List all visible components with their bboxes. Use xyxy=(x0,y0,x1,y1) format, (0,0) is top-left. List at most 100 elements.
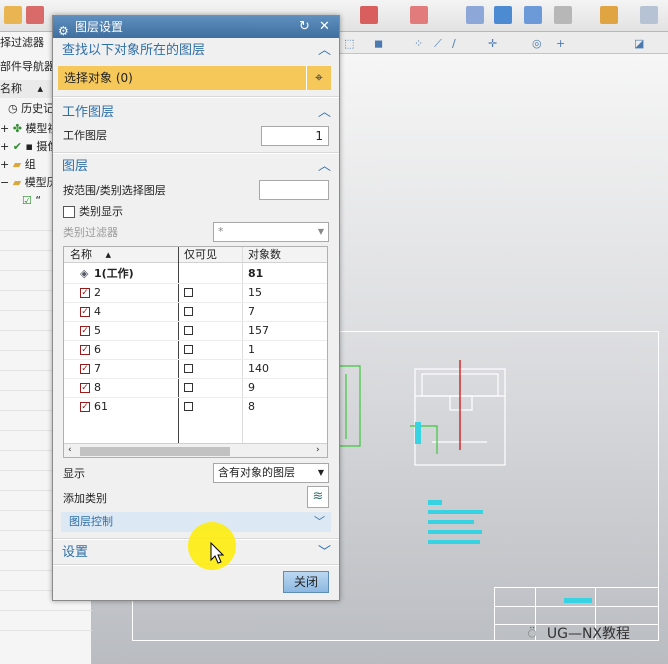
layer-name: 1(工作) xyxy=(94,267,134,280)
toolbar-tool-icon[interactable] xyxy=(494,6,512,24)
table-row[interactable]: ✓ 5 157 xyxy=(64,322,327,340)
table-row[interactable]: ✓ 8 9 xyxy=(64,379,327,397)
nav-item-label: 组 xyxy=(24,158,36,171)
toolbar-tool-icon[interactable] xyxy=(360,6,378,24)
circle-icon[interactable]: ◎ xyxy=(532,37,542,50)
layer-name: 5 xyxy=(94,324,101,337)
check-icon: ✔ xyxy=(12,140,22,153)
plus-icon[interactable]: ✛ xyxy=(488,37,497,50)
close-icon[interactable]: ✕ xyxy=(319,19,330,35)
toolbar-tool-icon[interactable] xyxy=(600,6,618,24)
table-row[interactable]: ◈ 1(工作) 81 xyxy=(64,265,327,283)
grid-line xyxy=(0,630,92,631)
category-display-checkbox[interactable] xyxy=(63,206,75,218)
crosshair-icon[interactable]: ⌖ xyxy=(306,66,331,90)
select-box-icon[interactable]: ⬚ xyxy=(344,37,354,50)
sort-up-icon: ▴ xyxy=(37,82,44,95)
visible-only-checkbox[interactable] xyxy=(184,383,193,392)
section-layer[interactable]: 图层 ︿ xyxy=(53,156,339,178)
section-find-layer[interactable]: 查找以下对象所在的图层 ︿ xyxy=(53,40,339,62)
section-divider xyxy=(53,96,339,98)
toolbar-tool-icon[interactable] xyxy=(640,6,658,24)
chevron-down-icon[interactable]: ﹀ xyxy=(318,542,331,564)
close-button[interactable]: 关闭 xyxy=(283,571,329,593)
table-row[interactable]: ✓ 7 140 xyxy=(64,360,327,378)
layer-checkbox[interactable]: ✓ xyxy=(80,345,90,355)
reset-icon[interactable]: ↻ xyxy=(299,19,310,35)
wechat-icon: ⍥ xyxy=(528,626,537,642)
add-category-button[interactable]: ≋ xyxy=(307,486,329,508)
section-work-layer[interactable]: 工作图层 ︿ xyxy=(53,102,339,124)
toolbar-tool-icon[interactable] xyxy=(410,6,428,24)
visible-only-checkbox[interactable] xyxy=(184,326,193,335)
snap-point-icon[interactable]: ⁘ xyxy=(414,37,423,50)
toolbar-tool-icon[interactable] xyxy=(26,6,44,24)
select-object-row[interactable]: 选择对象 (0) xyxy=(58,66,306,90)
plane-icon[interactable]: ◪ xyxy=(634,37,644,50)
range-select-label: 按范围/类别选择图层 xyxy=(63,184,166,197)
line-icon[interactable]: ∕ xyxy=(452,37,456,50)
dialog-title-bar[interactable]: ⚙ 图层设置 ↻ ✕ xyxy=(53,16,339,38)
views-icon: ✤ xyxy=(12,122,22,135)
work-layer-input[interactable]: 1 xyxy=(261,126,329,146)
category-filter-label: 类别过滤器 xyxy=(63,226,118,239)
scrollbar-thumb[interactable] xyxy=(80,447,230,456)
toolbar-tool-icon[interactable] xyxy=(554,6,572,24)
table-header-count[interactable]: 对象数 xyxy=(242,247,327,263)
toolbar-tool-icon[interactable] xyxy=(524,6,542,24)
table-row[interactable]: ✓ 6 1 xyxy=(64,341,327,359)
object-count: 8 xyxy=(248,400,255,413)
expand-icon: + xyxy=(0,122,10,135)
camera-icon: ▪ xyxy=(25,140,33,153)
table-row[interactable]: ✓ 4 7 xyxy=(64,303,327,321)
chevron-up-icon[interactable]: ︿ xyxy=(318,40,331,62)
layer-control-label: 图层控制 xyxy=(69,515,113,528)
cube-icon[interactable]: ◼ xyxy=(374,37,383,50)
visible-only-checkbox[interactable] xyxy=(184,345,193,354)
layer-checkbox[interactable]: ✓ xyxy=(80,383,90,393)
object-count: 157 xyxy=(248,324,269,337)
layer-checkbox[interactable]: ✓ xyxy=(80,402,90,412)
layer-table: 名称 ▴ 仅可见 对象数 ◈ 1(工作) 81 ✓ 2 15 ✓ 4 7 ✓ 5… xyxy=(63,246,328,458)
table-row[interactable]: ✓ 61 8 xyxy=(64,398,327,416)
expand-icon: + xyxy=(0,140,10,153)
visible-only-checkbox[interactable] xyxy=(184,307,193,316)
range-select-input[interactable] xyxy=(259,180,329,200)
section-title: 工作图层 xyxy=(62,105,115,120)
watermark: ⍥ UG—NX教程 xyxy=(528,616,668,652)
display-select[interactable]: 含有对象的图层 ▼ xyxy=(213,463,329,483)
dialog-title: 图层设置 xyxy=(75,20,124,34)
horizontal-scrollbar[interactable]: ‹ › xyxy=(64,443,327,457)
toolbar-tool-icon[interactable] xyxy=(4,6,22,24)
object-count: 9 xyxy=(248,381,255,394)
object-count: 140 xyxy=(248,362,269,375)
object-count: 81 xyxy=(248,267,264,280)
section-title: 查找以下对象所在的图层 xyxy=(62,43,206,58)
table-row[interactable]: ✓ 2 15 xyxy=(64,284,327,302)
table-header-visible[interactable]: 仅可见 xyxy=(178,247,242,263)
layers-stack-icon: ≋ xyxy=(312,489,324,504)
chevron-up-icon[interactable]: ︿ xyxy=(318,102,331,124)
visible-only-checkbox[interactable] xyxy=(184,288,193,297)
object-count: 1 xyxy=(248,343,255,356)
plus-icon[interactable]: + xyxy=(556,37,565,50)
toolbar-tool-icon[interactable] xyxy=(466,6,484,24)
header-label: 仅可见 xyxy=(184,248,217,261)
chevron-up-icon[interactable]: ︿ xyxy=(318,156,331,178)
layer-checkbox[interactable]: ✓ xyxy=(80,364,90,374)
category-filter-select[interactable]: * ▼ xyxy=(213,222,329,242)
layer-settings-dialog: ⚙ 图层设置 ↻ ✕ 查找以下对象所在的图层 ︿ 选择对象 (0) ⌖ 工作图层… xyxy=(52,15,340,601)
folder-icon: ▰ xyxy=(12,158,22,171)
visible-only-checkbox[interactable] xyxy=(184,364,193,373)
scroll-left-icon[interactable]: ‹ xyxy=(68,445,72,455)
table-header-name[interactable]: 名称 ▴ xyxy=(64,247,178,263)
select-object-label: 选择对象 (0) xyxy=(64,71,133,85)
layer-checkbox[interactable]: ✓ xyxy=(80,288,90,298)
scroll-right-icon[interactable]: › xyxy=(316,445,320,455)
layer-checkbox[interactable]: ✓ xyxy=(80,307,90,317)
chevron-down-icon[interactable]: ﹀ xyxy=(314,512,325,532)
visible-only-checkbox[interactable] xyxy=(184,402,193,411)
line-icon[interactable]: ⟋ xyxy=(434,37,442,51)
display-label: 显示 xyxy=(63,467,85,480)
layer-checkbox[interactable]: ✓ xyxy=(80,326,90,336)
